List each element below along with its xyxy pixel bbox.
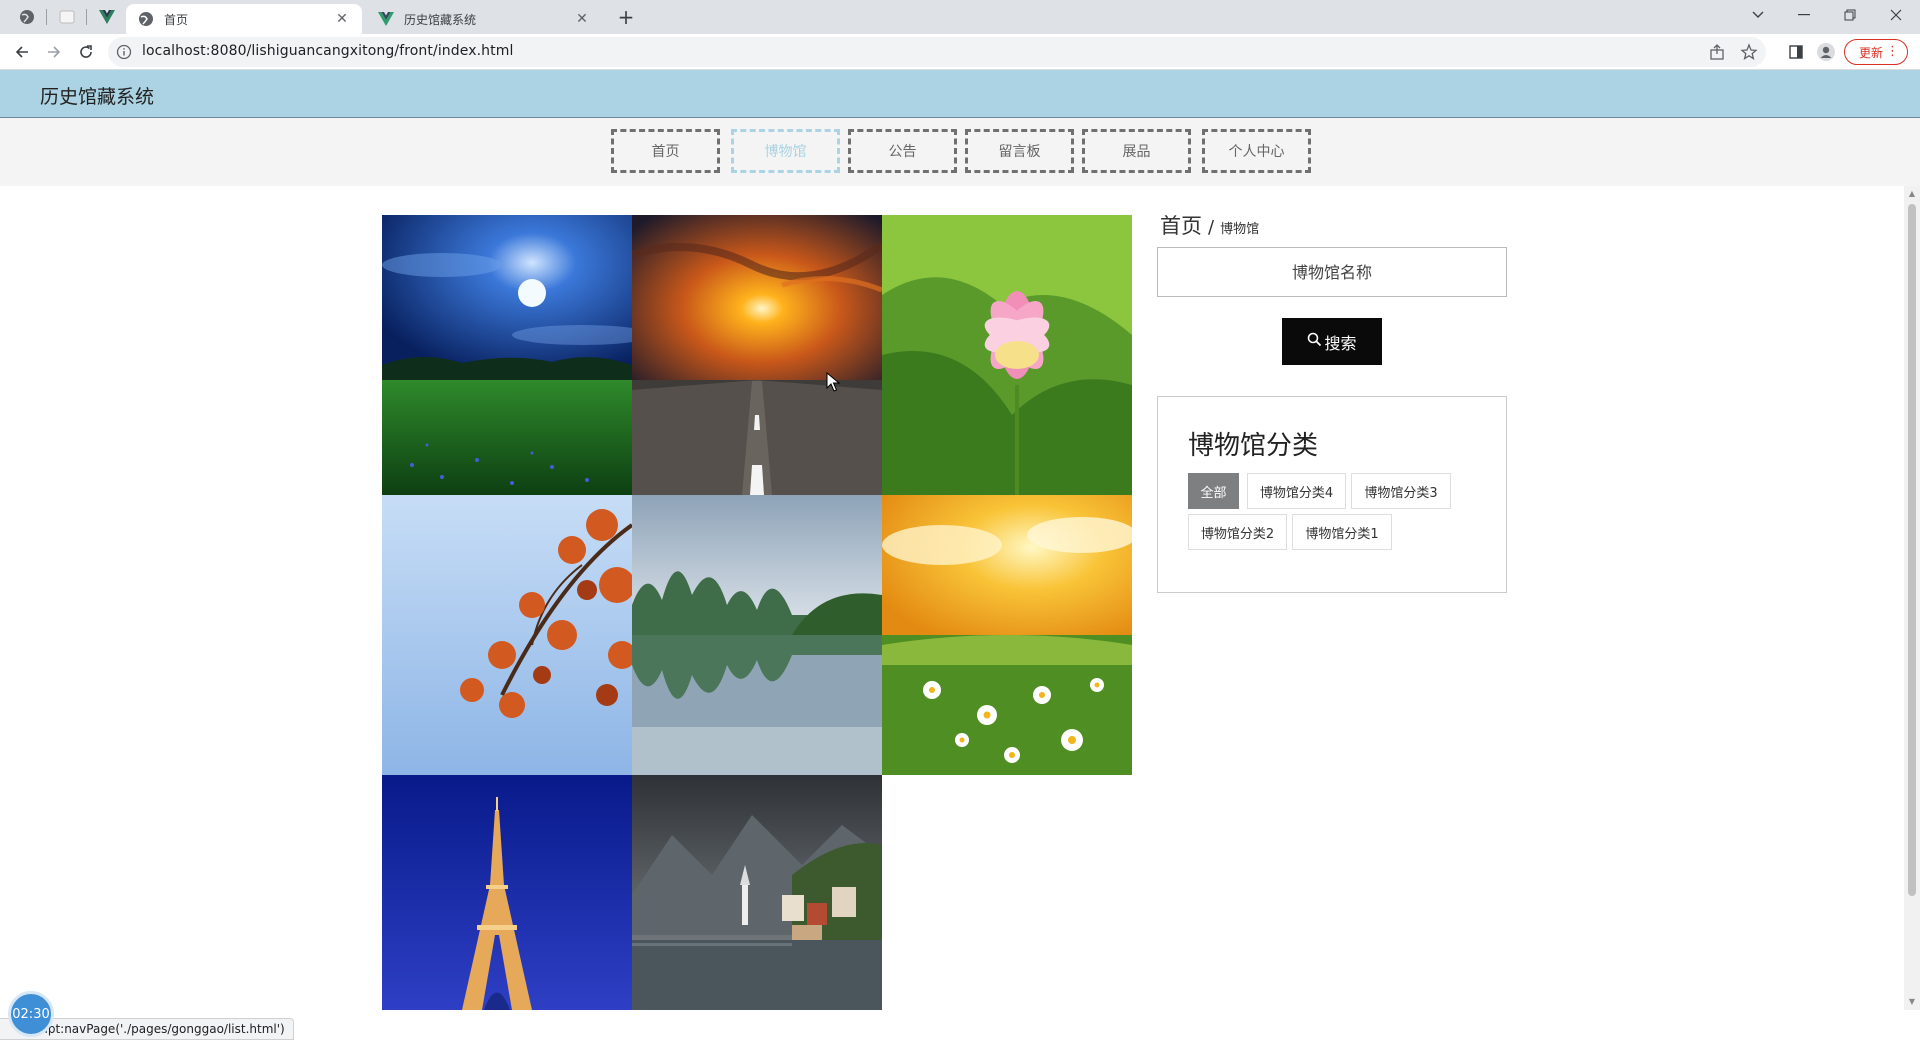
tab-separator bbox=[86, 9, 87, 25]
pinned-tab[interactable] bbox=[94, 5, 120, 29]
tab-title: 历史馆藏系统 bbox=[404, 12, 477, 27]
gallery-item-lakeside-village[interactable] bbox=[632, 775, 882, 1010]
blank-page-icon bbox=[59, 9, 75, 25]
scroll-up-icon[interactable]: ▲ bbox=[1908, 190, 1916, 198]
mouse-cursor-icon bbox=[826, 372, 840, 392]
gallery-item-moonlit-meadow[interactable] bbox=[382, 215, 632, 495]
breadcrumb: 首页 / 博物馆 bbox=[1160, 210, 1259, 240]
update-button[interactable]: 更新 ⋮ bbox=[1844, 39, 1908, 65]
category-panel: 博物馆分类 全部 博物馆分类4 博物馆分类3 博物馆分类2 博物馆分类1 bbox=[1157, 396, 1507, 593]
search-icon bbox=[1307, 332, 1322, 352]
vue-logo-icon bbox=[99, 9, 115, 25]
search-button-label: 搜索 bbox=[1324, 335, 1357, 353]
tab-title: 首页 bbox=[164, 12, 189, 27]
museum-gallery bbox=[382, 215, 1132, 1010]
tab-home[interactable]: 首页 ✕ bbox=[126, 4, 362, 34]
category-chip-3[interactable]: 博物馆分类3 bbox=[1351, 473, 1451, 509]
category-chip-2[interactable]: 博物馆分类2 bbox=[1188, 514, 1287, 550]
site-info-icon[interactable] bbox=[116, 44, 132, 60]
tab-separator bbox=[46, 9, 47, 25]
main-nav: 首页 博物馆 公告 留言板 展品 个人中心 bbox=[0, 118, 1920, 186]
gallery-item-autumn-leaves[interactable] bbox=[382, 495, 632, 775]
page-scrollbar[interactable]: ▲ ▼ bbox=[1904, 186, 1920, 1010]
tab-system[interactable]: 历史馆藏系统 ✕ bbox=[366, 4, 602, 34]
browser-tab-bar: 首页 ✕ 历史馆藏系统 ✕ + bbox=[0, 0, 1920, 34]
nav-item-message-board[interactable]: 留言板 bbox=[965, 129, 1074, 173]
gallery-item-karst-river[interactable] bbox=[632, 495, 882, 775]
gallery-item-eiffel-tower[interactable] bbox=[382, 775, 632, 1010]
reload-icon[interactable] bbox=[74, 40, 98, 64]
profile-avatar-icon[interactable] bbox=[1814, 40, 1838, 64]
close-icon[interactable]: ✕ bbox=[574, 11, 590, 27]
nav-item-notice[interactable]: 公告 bbox=[848, 129, 957, 173]
bookmark-star-icon[interactable] bbox=[1740, 43, 1758, 61]
close-icon[interactable]: ✕ bbox=[334, 11, 350, 27]
pinned-tab[interactable] bbox=[54, 5, 80, 29]
globe-icon bbox=[19, 9, 35, 25]
scroll-down-icon[interactable]: ▼ bbox=[1908, 998, 1916, 1006]
close-window-icon[interactable] bbox=[1874, 0, 1918, 30]
category-chip-1[interactable]: 博物馆分类1 bbox=[1292, 514, 1392, 550]
breadcrumb-current: 博物馆 bbox=[1220, 222, 1260, 237]
address-bar[interactable]: localhost:8080/lishiguancangxitong/front… bbox=[108, 37, 1766, 67]
category-chip-all[interactable]: 全部 bbox=[1188, 473, 1239, 509]
breadcrumb-home[interactable]: 首页 bbox=[1160, 210, 1202, 240]
category-chip-4[interactable]: 博物馆分类4 bbox=[1247, 473, 1346, 509]
back-arrow-icon[interactable] bbox=[10, 40, 34, 64]
side-panel-icon[interactable] bbox=[1784, 40, 1808, 64]
restore-icon[interactable] bbox=[1828, 0, 1872, 30]
gallery-item-pink-lotus[interactable] bbox=[882, 215, 1132, 495]
scroll-thumb[interactable] bbox=[1908, 204, 1916, 896]
share-icon[interactable] bbox=[1708, 43, 1726, 61]
nav-item-exhibits[interactable]: 展品 bbox=[1082, 129, 1191, 173]
breadcrumb-separator: / bbox=[1208, 217, 1215, 238]
vue-logo-icon bbox=[378, 11, 394, 27]
url-text: localhost:8080/lishiguancangxitong/front… bbox=[142, 43, 514, 59]
search-button[interactable]: 搜索 bbox=[1282, 318, 1382, 365]
site-title: 历史馆藏系统 bbox=[40, 86, 155, 108]
globe-icon bbox=[138, 11, 154, 27]
tab-search-icon[interactable] bbox=[1736, 0, 1780, 30]
category-title: 博物馆分类 bbox=[1188, 431, 1319, 461]
nav-item-museum[interactable]: 博物馆 bbox=[731, 129, 840, 173]
museum-name-search-input[interactable] bbox=[1157, 247, 1507, 297]
nav-item-home[interactable]: 首页 bbox=[611, 129, 720, 173]
pinned-tab[interactable] bbox=[14, 5, 40, 29]
gallery-item-daisy-field[interactable] bbox=[882, 495, 1132, 775]
new-tab-button[interactable]: + bbox=[614, 6, 638, 30]
update-label: 更新 bbox=[1859, 45, 1884, 60]
site-header: 历史馆藏系统 bbox=[0, 70, 1920, 118]
minimize-icon[interactable] bbox=[1782, 0, 1826, 30]
more-menu-icon[interactable]: ⋮ bbox=[1886, 44, 1899, 59]
recording-timer-badge: 02:30 bbox=[8, 991, 54, 1037]
browser-toolbar: localhost:8080/lishiguancangxitong/front… bbox=[0, 34, 1920, 70]
nav-item-profile[interactable]: 个人中心 bbox=[1202, 129, 1311, 173]
forward-arrow-icon[interactable] bbox=[42, 40, 66, 64]
gallery-item-sunset-road[interactable] bbox=[632, 215, 882, 495]
